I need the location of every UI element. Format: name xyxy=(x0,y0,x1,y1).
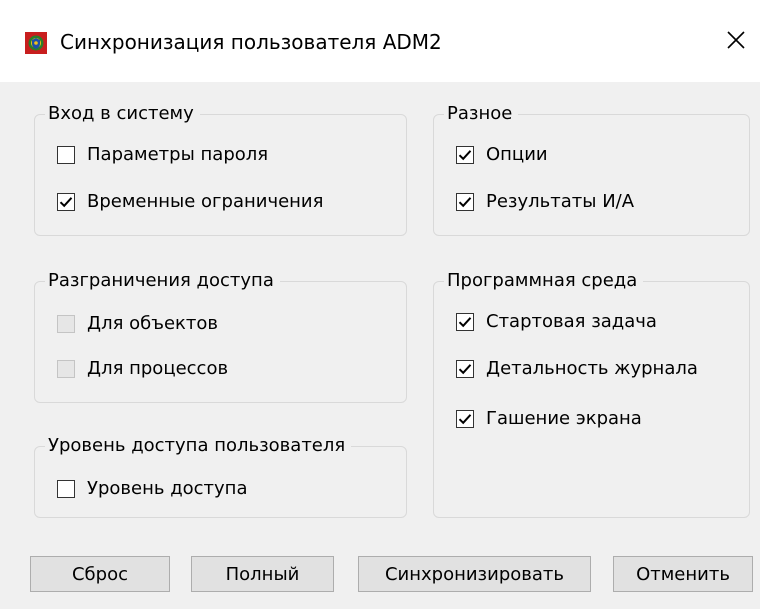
checkmark-icon xyxy=(458,364,472,375)
checkbox-label: Параметры пароля xyxy=(87,144,269,165)
checkbox-label: Для процессов xyxy=(87,358,229,379)
checkbox-password-params[interactable]: Параметры пароля xyxy=(57,144,268,166)
checkbox-box[interactable] xyxy=(57,480,75,498)
checkmark-icon xyxy=(59,197,73,208)
checkbox-box[interactable] xyxy=(456,360,474,378)
checkbox-label: Результаты И/А xyxy=(486,191,635,212)
checkbox-screen-blanking[interactable]: Гашение экрана xyxy=(456,408,642,430)
checkbox-options[interactable]: Опции xyxy=(456,144,548,166)
close-button[interactable] xyxy=(718,24,754,60)
checkbox-box[interactable] xyxy=(456,313,474,331)
group-login: Вход в систему Параметры пароля Временны… xyxy=(34,102,407,236)
close-icon xyxy=(727,30,745,54)
checkbox-box[interactable] xyxy=(57,315,75,333)
app-shield-icon xyxy=(25,32,47,54)
group-user-access-level: Уровень доступа пользователя Уровень дос… xyxy=(34,434,407,518)
checkbox-box[interactable] xyxy=(57,360,75,378)
group-misc-title: Разное xyxy=(444,102,519,126)
group-access-control-title: Разграничения доступа xyxy=(45,269,280,293)
title-bar: Синхронизация пользователя ADM2 xyxy=(0,0,760,82)
full-button[interactable]: Полный xyxy=(191,556,334,592)
sync-user-dialog: Синхронизация пользователя ADM2 Вход в с… xyxy=(0,0,760,609)
checkbox-label: Опции xyxy=(486,144,548,165)
window-title: Синхронизация пользователя ADM2 xyxy=(60,30,442,54)
checkbox-for-objects[interactable]: Для объектов xyxy=(57,313,218,335)
checkbox-box[interactable] xyxy=(456,193,474,211)
checkmark-icon xyxy=(458,414,472,425)
group-software-environment: Программная среда Стартовая задача Детал… xyxy=(433,269,750,518)
checkbox-box[interactable] xyxy=(456,146,474,164)
checkbox-for-processes[interactable]: Для процессов xyxy=(57,358,228,380)
checkbox-box[interactable] xyxy=(57,193,75,211)
group-access-control: Разграничения доступа Для объектов Для п… xyxy=(34,269,407,403)
group-software-environment-title: Программная среда xyxy=(444,269,644,293)
cancel-button[interactable]: Отменить xyxy=(613,556,753,592)
group-misc: Разное Опции Результаты И/А xyxy=(433,102,750,236)
checkbox-label: Детальность журнала xyxy=(486,358,698,379)
checkbox-label: Гашение экрана xyxy=(486,408,642,429)
checkbox-label: Для объектов xyxy=(87,313,219,334)
checkmark-icon xyxy=(458,197,472,208)
checkbox-access-level[interactable]: Уровень доступа xyxy=(57,478,247,500)
group-login-title: Вход в систему xyxy=(45,102,200,126)
reset-button[interactable]: Сброс xyxy=(30,556,170,592)
checkmark-icon xyxy=(458,150,472,161)
checkbox-box[interactable] xyxy=(456,410,474,428)
checkbox-label: Временные ограничения xyxy=(87,191,324,212)
synchronize-button[interactable]: Синхронизировать xyxy=(358,556,591,592)
checkbox-ia-results[interactable]: Результаты И/А xyxy=(456,191,634,213)
checkmark-icon xyxy=(458,317,472,328)
checkbox-time-limits[interactable]: Временные ограничения xyxy=(57,191,323,213)
checkbox-startup-task[interactable]: Стартовая задача xyxy=(456,311,657,333)
checkbox-label: Стартовая задача xyxy=(486,311,657,332)
group-user-access-level-title: Уровень доступа пользователя xyxy=(45,434,352,458)
checkbox-log-detail[interactable]: Детальность журнала xyxy=(456,358,698,380)
checkbox-box[interactable] xyxy=(57,146,75,164)
checkbox-label: Уровень доступа xyxy=(87,478,248,499)
